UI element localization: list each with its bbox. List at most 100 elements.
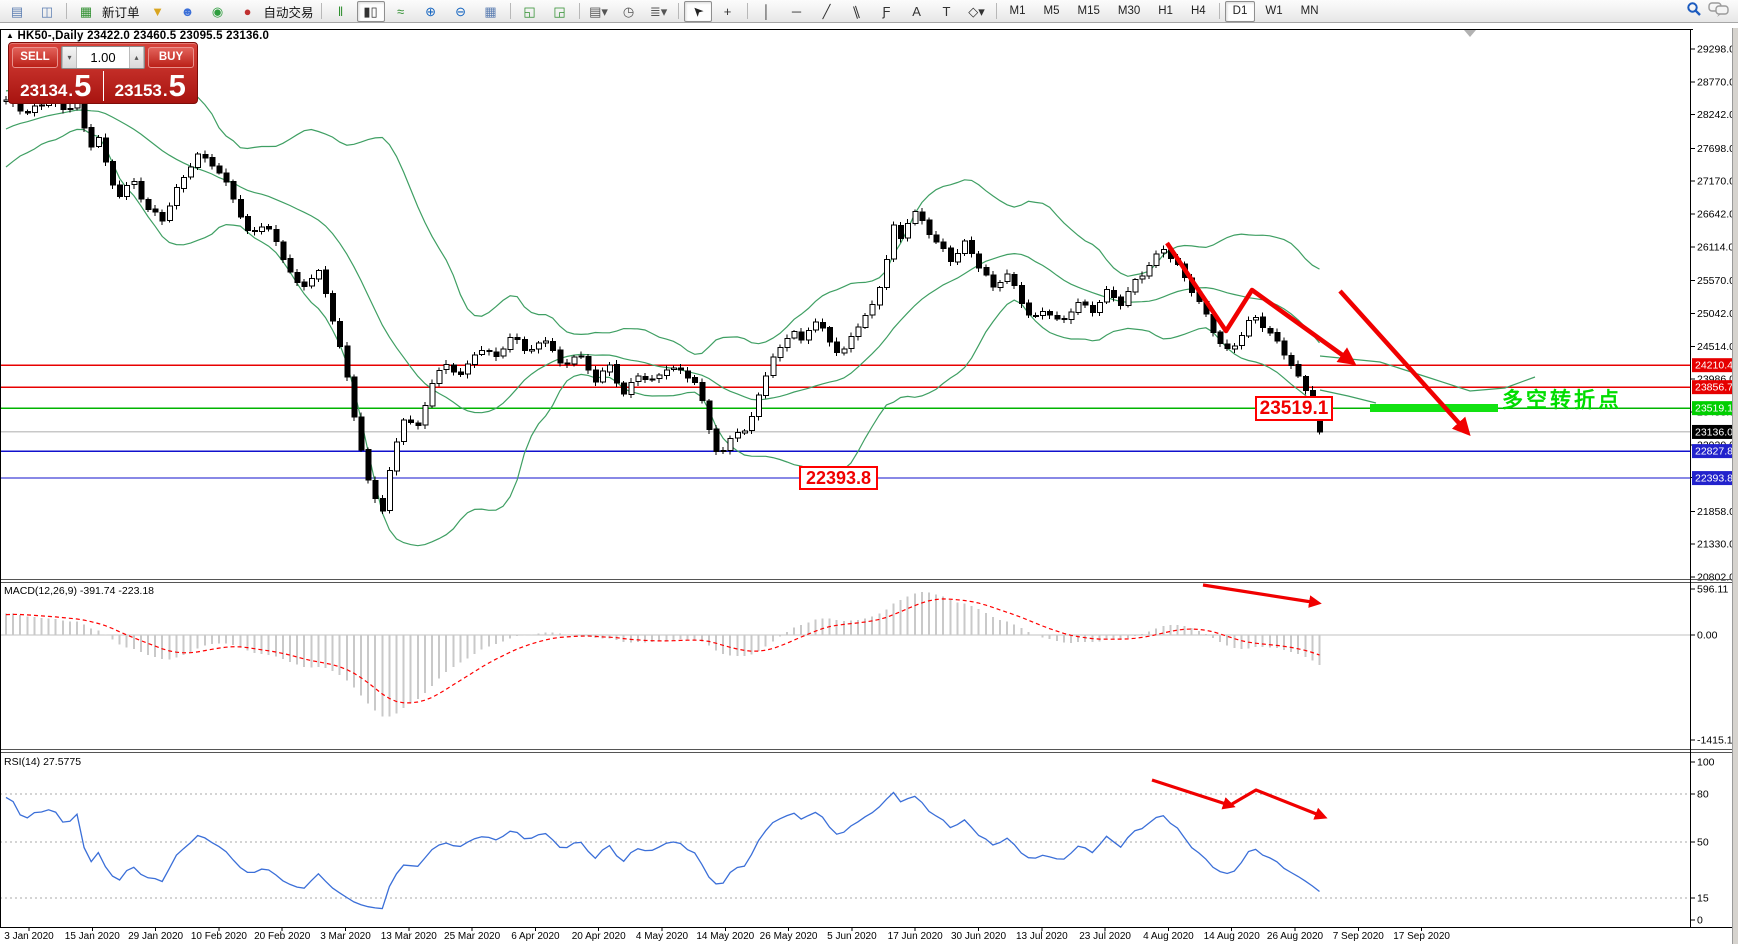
candle-body xyxy=(1047,310,1054,316)
period-clock-icon[interactable]: ◷ xyxy=(615,1,643,22)
candle-body xyxy=(997,281,1004,288)
date-label[interactable]: 14 May 2020 xyxy=(696,931,754,942)
chat-icon[interactable] xyxy=(1708,1,1730,22)
trend-arrow-rsi-1[interactable] xyxy=(1151,778,1236,810)
candle-body xyxy=(422,405,429,426)
date-label[interactable]: 17 Sep 2020 xyxy=(1393,931,1450,942)
candle-body xyxy=(465,363,471,375)
date-label[interactable]: 20 Feb 2020 xyxy=(254,931,311,942)
rsi-scale-label: 0 xyxy=(1697,915,1703,927)
candle-body xyxy=(685,370,692,379)
candle-body xyxy=(244,216,251,232)
equidistant-channel-icon[interactable]: ∥ xyxy=(843,1,871,22)
date-label[interactable]: 30 Jun 2020 xyxy=(951,931,1006,942)
new-order-icon[interactable]: ▦ xyxy=(72,1,100,22)
candle-body xyxy=(536,342,542,350)
zoom-out-icon[interactable]: ⊖ xyxy=(447,1,475,22)
toolbar-separator xyxy=(677,3,679,19)
signals-icon[interactable]: ◉ xyxy=(204,1,232,22)
candlestick-chart-icon[interactable]: ▮▯ xyxy=(356,0,385,22)
date-label[interactable]: 26 Aug 2020 xyxy=(1267,931,1324,942)
date-label[interactable]: 17 Jun 2020 xyxy=(888,931,943,942)
date-label[interactable]: 3 Mar 2020 xyxy=(320,931,371,942)
date-label[interactable]: 23 Jul 2020 xyxy=(1079,931,1131,942)
timeframe-M30[interactable]: M30 xyxy=(1110,1,1148,22)
horizontal-line-icon[interactable]: ─ xyxy=(783,1,811,22)
support-highlight-bar[interactable] xyxy=(1370,404,1498,412)
sell-button[interactable]: SELL xyxy=(12,46,58,68)
date-label[interactable]: 13 Jul 2020 xyxy=(1016,931,1068,942)
date-label[interactable]: 26 May 2020 xyxy=(760,931,818,942)
date-label[interactable]: 5 Jun 2020 xyxy=(827,931,877,942)
volume-increase-button[interactable]: ▴ xyxy=(129,46,144,68)
toolbar-separator xyxy=(66,3,67,19)
data-window-icon[interactable]: ◫ xyxy=(33,1,61,22)
date-label[interactable]: 4 May 2020 xyxy=(636,931,689,942)
cascade-windows-icon[interactable]: ◲ xyxy=(546,1,574,22)
new-chart-icon[interactable]: ▤▾ xyxy=(585,1,613,22)
timeframe-H1[interactable]: H1 xyxy=(1150,1,1181,22)
charts-list-icon[interactable]: ▤ xyxy=(3,1,31,22)
date-label[interactable]: 25 Mar 2020 xyxy=(444,931,501,942)
search-icon[interactable] xyxy=(1686,1,1702,22)
timeframe-M15[interactable]: M15 xyxy=(1070,1,1108,22)
bollinger-upper-band xyxy=(5,61,1320,355)
line-chart-icon[interactable]: ≈ xyxy=(387,1,415,22)
history-center-icon[interactable]: ▼ xyxy=(144,1,172,22)
date-label[interactable]: 14 Aug 2020 xyxy=(1204,931,1261,942)
macd-histogram xyxy=(5,592,1321,717)
timeframe-M5[interactable]: M5 xyxy=(1036,1,1068,22)
date-label[interactable]: 6 Apr 2020 xyxy=(511,931,560,942)
scale-splitter-icon[interactable] xyxy=(1464,30,1476,37)
candle-body xyxy=(1075,301,1082,313)
date-label[interactable]: 15 Jan 2020 xyxy=(65,931,120,942)
timeframe-M1[interactable]: M1 xyxy=(1002,1,1034,22)
price-badge-text: 22393.8 xyxy=(1695,473,1733,485)
text-tool-icon[interactable]: T xyxy=(933,1,961,22)
vertical-line-icon[interactable]: │ xyxy=(753,1,781,22)
autotrading-icon-label[interactable]: 自动交易 xyxy=(264,2,314,21)
trend-arrow-main-1[interactable] xyxy=(1165,241,1357,366)
date-label[interactable]: 20 Apr 2020 xyxy=(572,931,626,942)
trend-arrow-macd[interactable] xyxy=(1202,583,1322,608)
cursor-icon[interactable]: ➤ xyxy=(683,0,712,22)
volume-decrease-button[interactable]: ▾ xyxy=(62,46,77,68)
auto-arrange-icon[interactable]: ◱ xyxy=(516,1,544,22)
timeframe-H4[interactable]: H4 xyxy=(1183,1,1214,22)
price-level-label-23519[interactable]: 23519.1 xyxy=(1255,396,1333,421)
date-label[interactable]: 10 Feb 2020 xyxy=(191,931,248,942)
bar-chart-icon[interactable]: ‖ xyxy=(327,1,355,22)
timeframe-MN[interactable]: MN xyxy=(1293,1,1327,22)
turning-point-note[interactable]: 多空转折点 xyxy=(1502,384,1622,414)
zoom-in-icon[interactable]: ⊕ xyxy=(417,1,445,22)
arrows-tool-icon[interactable]: A xyxy=(903,1,931,22)
candle-body xyxy=(131,180,138,186)
date-label[interactable]: 29 Jan 2020 xyxy=(128,931,183,942)
tile-windows-icon[interactable]: ▦ xyxy=(477,1,505,22)
buy-button[interactable]: BUY xyxy=(148,46,194,68)
date-label[interactable]: 7 Sep 2020 xyxy=(1333,931,1385,942)
price-level-label-22393[interactable]: 22393.8 xyxy=(799,466,878,490)
volume-input[interactable] xyxy=(77,46,129,68)
candle-body xyxy=(940,241,947,250)
price-tick-label: 25042.0 xyxy=(1697,308,1735,320)
date-label[interactable]: 13 Mar 2020 xyxy=(381,931,438,942)
timeframe-W1[interactable]: W1 xyxy=(1257,1,1290,22)
candle-body xyxy=(457,371,464,375)
fibonacci-icon[interactable]: Ƒ xyxy=(873,1,901,22)
crosshair-icon[interactable]: + xyxy=(714,1,742,22)
templates-icon[interactable]: ≣▾ xyxy=(645,1,673,22)
trendline-icon[interactable]: ╱ xyxy=(813,1,841,22)
shapes-icon[interactable]: ◇▾ xyxy=(963,1,991,22)
new-order-icon-label[interactable]: 新订单 xyxy=(102,2,140,21)
candle-body xyxy=(145,198,152,211)
candle-body xyxy=(749,416,755,432)
candle-body xyxy=(95,136,102,148)
autotrading-icon[interactable]: ● xyxy=(234,1,262,22)
date-label[interactable]: 4 Aug 2020 xyxy=(1143,931,1194,942)
timeframe-D1[interactable]: D1 xyxy=(1224,0,1256,22)
candle-body xyxy=(159,212,166,222)
candle-body xyxy=(1253,316,1260,321)
community-icon[interactable]: ☻ xyxy=(174,1,202,22)
date-label[interactable]: 3 Jan 2020 xyxy=(4,931,54,942)
